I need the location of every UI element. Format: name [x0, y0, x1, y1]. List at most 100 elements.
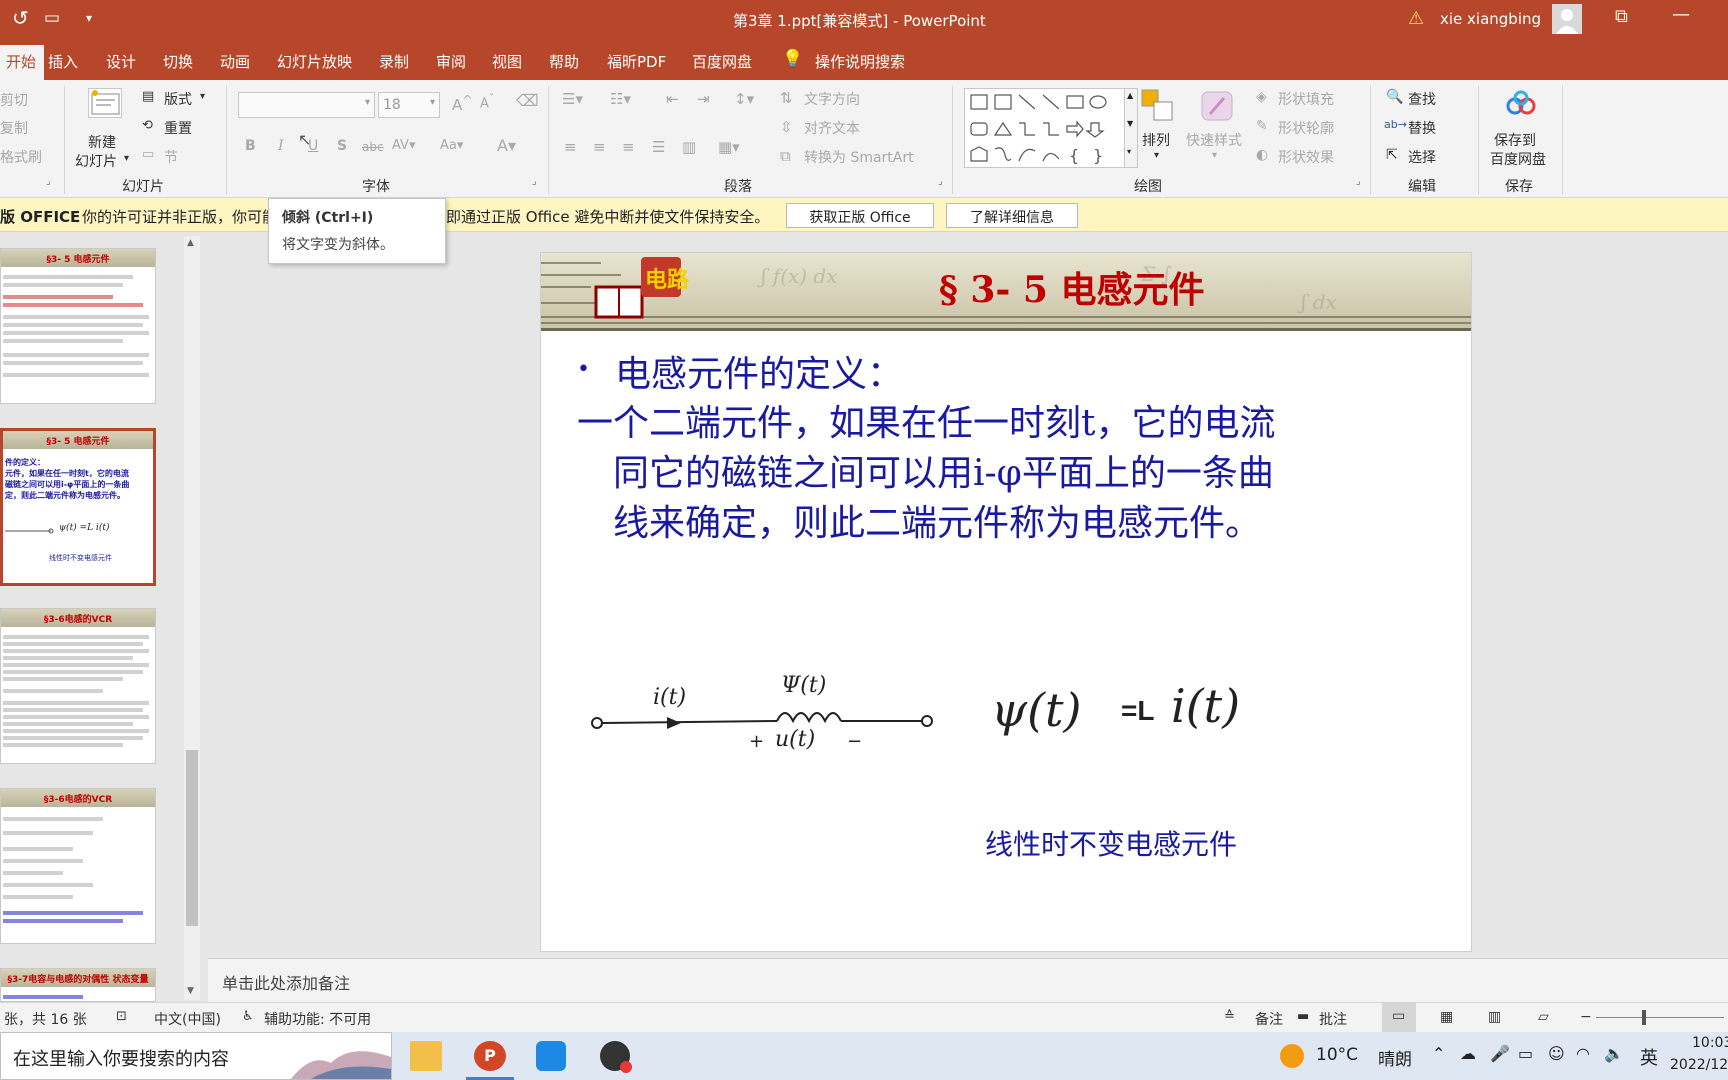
align-right-icon[interactable]: ≡ [622, 138, 635, 156]
decrease-font-icon[interactable]: Aˇ [480, 92, 494, 111]
reset-button[interactable]: 重置 [164, 118, 192, 138]
slideshow-view-icon[interactable]: ▱ [1538, 1009, 1549, 1025]
slide-thumbnail[interactable]: §3- 5 电感元件 [0, 248, 156, 404]
autosave-icon[interactable]: ↺ [12, 6, 29, 30]
notes-placeholder[interactable]: 单击此处添加备注 [222, 970, 350, 994]
avatar[interactable] [1552, 4, 1582, 34]
clock-date[interactable]: 2022/12 [1670, 1057, 1728, 1073]
cut-button[interactable]: 剪切 [0, 90, 28, 110]
save-to-netdisk-button[interactable]: 百度网盘 [1490, 149, 1546, 169]
input-method-indicator[interactable]: 英 [1640, 1044, 1658, 1070]
text-direction-button[interactable]: 文字方向 [804, 89, 860, 109]
font-size-dropdown[interactable]: 18 ▾ [378, 92, 440, 118]
zoom-out-icon[interactable]: − [1580, 1009, 1592, 1025]
chevron-down-icon[interactable]: ▾ [200, 91, 205, 102]
get-genuine-office-button[interactable]: 获取正版 Office [786, 203, 934, 228]
language-status[interactable]: 中文(中国) [154, 1009, 221, 1029]
weather-temperature[interactable]: 10°C [1316, 1045, 1358, 1065]
new-slide-label-1[interactable]: 新建 [88, 132, 116, 152]
convert-smartart-button[interactable]: 转换为 SmartArt [804, 147, 914, 167]
arrange-icon[interactable] [1140, 88, 1176, 124]
justify-icon[interactable]: ☰ [652, 138, 665, 156]
recorder-app-icon[interactable] [600, 1041, 632, 1073]
tab-foxit-pdf[interactable]: 福昕PDF [607, 51, 666, 72]
zoom-slider[interactable] [1596, 1017, 1724, 1018]
font-name-dropdown[interactable]: ▾ [238, 92, 375, 118]
thumbnails-scrollbar[interactable]: ▲ ▼ [184, 236, 200, 1000]
accessibility-status[interactable]: 辅助功能: 不可用 [264, 1009, 371, 1029]
shape-fill-button[interactable]: 形状填充 [1278, 89, 1334, 109]
numbering-icon[interactable]: ☷▾ [610, 90, 631, 108]
taskbar-search-box[interactable]: 在这里输入你要搜索的内容 [0, 1032, 392, 1080]
tab-insert[interactable]: 插入 [48, 51, 78, 72]
paragraph-launcher-icon[interactable]: ⌟ [938, 176, 943, 187]
increase-font-icon[interactable]: A^ [452, 92, 473, 114]
shape-effects-button[interactable]: 形状效果 [1278, 147, 1334, 167]
spellcheck-icon[interactable]: ⊡ [116, 1009, 127, 1024]
tab-home[interactable]: 开始 [0, 45, 45, 80]
comments-button[interactable]: 批注 [1319, 1009, 1347, 1029]
shapes-gallery[interactable]: { } [964, 88, 1126, 168]
learn-more-button[interactable]: 了解详细信息 [946, 203, 1078, 228]
underline-icon[interactable]: U [308, 138, 318, 154]
quick-styles-icon[interactable] [1198, 88, 1236, 124]
save-to-label-1[interactable]: 保存到 [1494, 130, 1536, 150]
shapes-gallery-scroll[interactable]: ▲ ▼ ▾ [1124, 88, 1138, 168]
tablet-app-icon[interactable] [536, 1041, 566, 1071]
tab-transitions[interactable]: 切换 [163, 51, 193, 72]
ribbon-display-options-icon[interactable]: ⧉ [1615, 6, 1628, 27]
slide-thumbnail-selected[interactable]: §3- 5 电感元件 件的定义： 元件，如果在任一时刻t，它的电流 磁链之间可以… [0, 428, 156, 586]
bullet-heading[interactable]: 电感元件的定义： [615, 345, 903, 397]
format-painter-button[interactable]: 格式刷 [0, 147, 42, 167]
weather-description[interactable]: 晴朗 [1378, 1045, 1412, 1070]
new-slide-icon[interactable] [88, 88, 122, 118]
align-text-button[interactable]: 对齐文本 [804, 118, 860, 138]
columns-icon[interactable]: ▦▾ [718, 138, 740, 156]
notes-pane[interactable]: 单击此处添加备注 [208, 958, 1728, 1002]
file-explorer-icon[interactable] [410, 1041, 442, 1071]
bold-icon[interactable]: B [245, 138, 256, 154]
battery-icon[interactable]: ▭ [1518, 1044, 1533, 1063]
align-center-icon[interactable]: ≡ [593, 138, 606, 156]
character-spacing-icon[interactable]: AV▾ [392, 138, 415, 153]
slide-thumbnail[interactable]: §3-6电感的VCR [0, 608, 156, 764]
tab-design[interactable]: 设计 [106, 51, 136, 72]
definition-paragraph[interactable]: 一个二端元件，如果在任一时刻t，它的电流 同它的磁链之间可以用i-φ平面上的一条… [577, 399, 1275, 549]
clear-formatting-icon[interactable]: ⌫ [516, 91, 539, 110]
chevron-down-icon[interactable]: ▾ [1212, 150, 1217, 161]
tab-baidu-netdisk[interactable]: 百度网盘 [692, 51, 752, 72]
new-slide-button[interactable]: 幻灯片 [75, 151, 117, 171]
copy-button[interactable]: 复制 [0, 118, 28, 138]
strikethrough-icon[interactable]: abc [362, 140, 384, 154]
clipboard-launcher-icon[interactable]: ⌟ [46, 176, 51, 187]
slide-caption[interactable]: 线性时不变电感元件 [985, 823, 1237, 863]
change-case-icon[interactable]: Aa▾ [440, 138, 463, 153]
present-from-start-icon[interactable]: ▭ [44, 8, 60, 28]
decrease-indent-icon[interactable]: ⇤ [666, 90, 679, 108]
italic-icon[interactable]: I [278, 138, 284, 154]
user-name[interactable]: xie xiangbing [1440, 10, 1541, 28]
slide-thumbnail[interactable]: §3-7电容与电感的对偶性 状态变量 [0, 968, 156, 1002]
microphone-icon[interactable]: 🎤 [1490, 1044, 1510, 1063]
shape-outline-button[interactable]: 形状轮廓 [1278, 118, 1334, 138]
arrange-button[interactable]: 排列 [1142, 130, 1170, 150]
baidu-netdisk-icon[interactable] [1504, 88, 1538, 122]
chevron-down-icon[interactable]: ▾ [1154, 150, 1159, 161]
text-shadow-icon[interactable]: S [337, 138, 347, 154]
increase-indent-icon[interactable]: ⇥ [697, 90, 710, 108]
distributed-icon[interactable]: ▥ [682, 138, 696, 156]
customize-qat-icon[interactable]: ▾ [86, 11, 92, 25]
tab-review[interactable]: 审阅 [436, 51, 466, 72]
tab-record[interactable]: 录制 [379, 51, 409, 72]
section-button[interactable]: 节 [164, 147, 178, 167]
replace-button[interactable]: 替换 [1408, 118, 1436, 138]
font-launcher-icon[interactable]: ⌟ [532, 176, 537, 187]
layout-button[interactable]: 版式 [164, 89, 192, 109]
scrollbar-thumb[interactable] [186, 750, 198, 926]
notes-button[interactable]: 备注 [1255, 1009, 1283, 1029]
zoom-slider-thumb[interactable] [1642, 1010, 1646, 1025]
volume-icon[interactable]: 🔈 [1604, 1044, 1624, 1063]
quick-styles-button[interactable]: 快速样式 [1186, 130, 1242, 150]
slide-thumbnail[interactable]: §3-6电感的VCR [0, 788, 156, 944]
taskbar-search-input[interactable]: 在这里输入你要搜索的内容 [13, 1045, 229, 1071]
